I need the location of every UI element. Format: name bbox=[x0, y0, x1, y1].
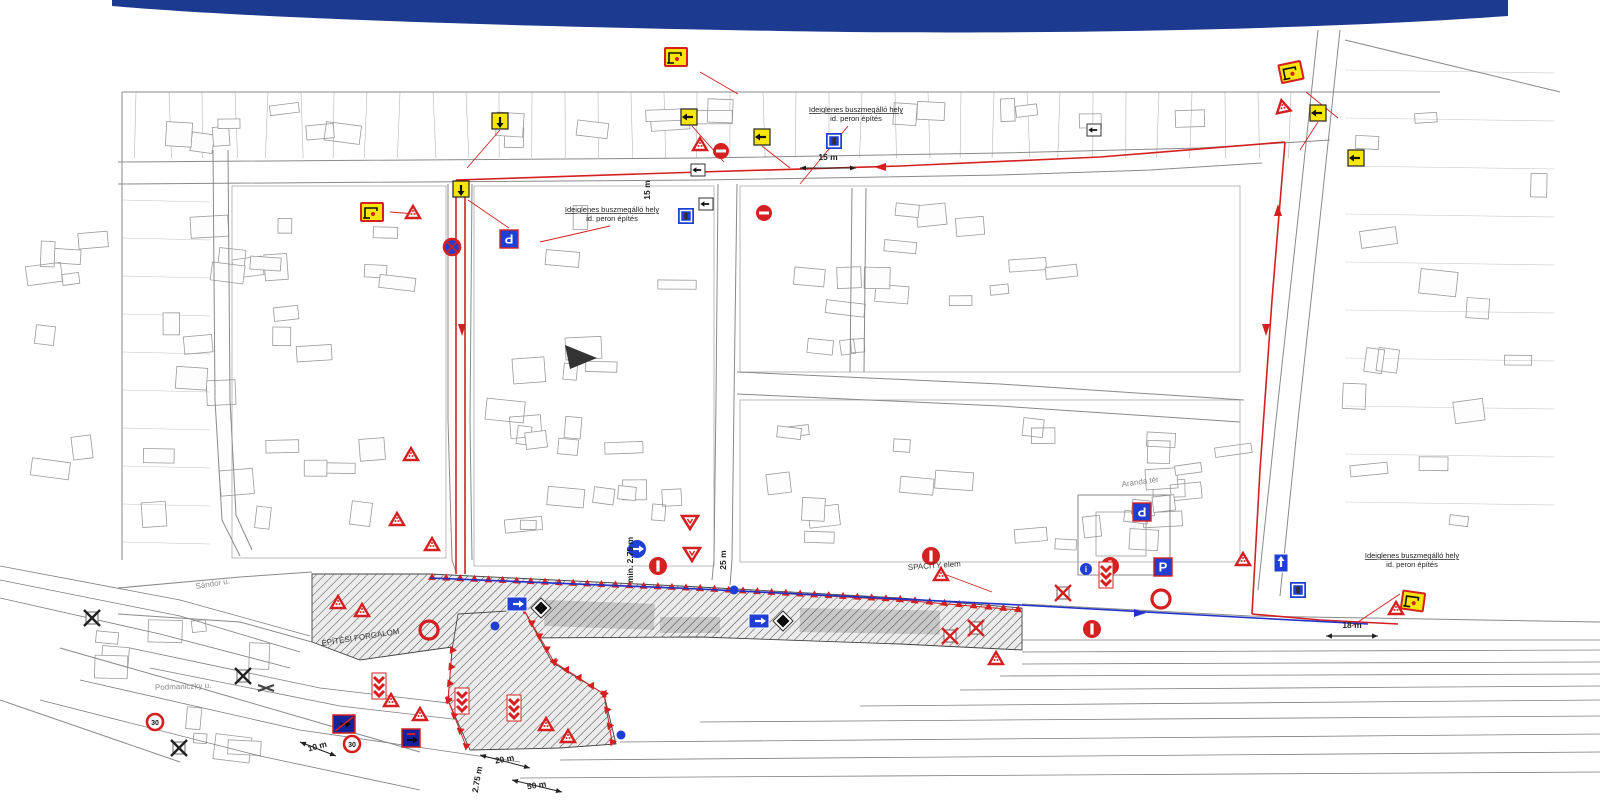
warn-sign bbox=[404, 448, 418, 460]
brect-sign bbox=[749, 614, 769, 628]
svg-text:P: P bbox=[1159, 560, 1168, 575]
brect-sign bbox=[507, 597, 527, 611]
crossx-sign bbox=[942, 628, 958, 644]
bus-stop-annotation-line2: id. peron építés bbox=[830, 114, 882, 123]
crane-sign bbox=[665, 48, 687, 66]
chev-sign bbox=[372, 673, 386, 699]
svg-text:P: P bbox=[1137, 505, 1146, 520]
icirc-sign: i bbox=[1080, 563, 1092, 575]
yarrow-sign bbox=[453, 181, 469, 197]
traffic-plan-page: PPP3030i ÉPÍTÉSI FORGALOMSPACITY elemPod… bbox=[0, 0, 1600, 800]
warn-sign bbox=[1236, 553, 1250, 565]
warn-sign bbox=[406, 206, 420, 218]
chev-sign bbox=[507, 695, 521, 721]
yarrow-sign bbox=[492, 113, 508, 129]
binfo-sign bbox=[678, 208, 694, 224]
bus-stop-annotation: Ideiglenes buszmegálló hely bbox=[1365, 551, 1459, 560]
yield-sign bbox=[682, 516, 698, 529]
noentry-sign bbox=[713, 143, 729, 159]
dimension-label: 2.75 m bbox=[470, 765, 485, 793]
crane-sign bbox=[1278, 61, 1303, 83]
redbar-sign bbox=[1083, 620, 1101, 638]
svg-text:i: i bbox=[1085, 565, 1087, 574]
map-label: SPACITY elem bbox=[908, 559, 962, 572]
yield-sign bbox=[684, 548, 700, 561]
yarrow-sign bbox=[1348, 150, 1364, 166]
map-text-labels: ÉPÍTÉSI FORGALOMSPACITY elemPodmaniczky … bbox=[155, 105, 1460, 794]
parking-sign: P bbox=[1133, 503, 1151, 521]
binfo-sign bbox=[1290, 582, 1306, 598]
banner-wave bbox=[112, 0, 1508, 32]
crane-sign bbox=[1401, 591, 1425, 612]
dimension-label: min. 2.75 m bbox=[625, 536, 635, 583]
parking-sign: P bbox=[500, 230, 518, 248]
dimension-label: 15 m bbox=[818, 152, 838, 162]
svg-text:30: 30 bbox=[151, 720, 159, 727]
redring-sign bbox=[1152, 590, 1170, 608]
warn-sign bbox=[1274, 99, 1290, 114]
dimension-label: 18 m bbox=[1342, 620, 1362, 630]
dimension-label: 25 m bbox=[718, 550, 728, 570]
warn-sign bbox=[425, 538, 439, 550]
crane-sign bbox=[361, 203, 383, 221]
brect-sign bbox=[1274, 554, 1288, 572]
binfo-sign bbox=[826, 133, 842, 149]
redbar-sign bbox=[649, 557, 667, 575]
nostop-sign bbox=[444, 239, 460, 255]
warn-sign bbox=[413, 708, 427, 720]
traffic-signs: P P P 30 30 i bbox=[84, 48, 1425, 756]
yarrow-sign bbox=[754, 129, 770, 145]
traffic-plan-map: PPP3030i ÉPÍTÉSI FORGALOMSPACITY elemPod… bbox=[0, 0, 1600, 800]
warrow-sign bbox=[699, 198, 713, 210]
dimension-label: 50 m bbox=[526, 779, 547, 792]
warn-sign bbox=[693, 138, 707, 150]
bdot-sign bbox=[617, 731, 626, 740]
parking-sign: P bbox=[1154, 558, 1172, 576]
speed30-sign: 30 bbox=[344, 736, 360, 752]
crossx-sign bbox=[84, 610, 100, 626]
standrew-sign bbox=[258, 685, 274, 691]
chev-sign bbox=[455, 688, 469, 714]
yarrow-sign bbox=[681, 109, 697, 125]
bus-stop-annotation-line2: id. peron építés bbox=[1386, 560, 1438, 569]
yarrow-sign bbox=[1310, 105, 1326, 121]
noentry-sign bbox=[756, 205, 772, 221]
bdot-sign bbox=[730, 586, 739, 595]
chev-sign bbox=[1099, 562, 1113, 588]
bus-stop-annotation-line2: id. peron építés bbox=[586, 214, 638, 223]
crossx-sign bbox=[235, 668, 251, 684]
bdot-sign bbox=[491, 622, 500, 631]
dimension-label: 15 m bbox=[642, 180, 652, 200]
warn-sign bbox=[390, 513, 404, 525]
warrow-sign bbox=[691, 164, 705, 176]
speed30-sign: 30 bbox=[147, 714, 163, 730]
map-label: Sándor u. bbox=[195, 577, 231, 591]
bus-stop-annotation: Ideiglenes buszmegálló hely bbox=[809, 105, 903, 114]
bus-stop-annotation: Ideiglenes buszmegálló hely bbox=[565, 205, 659, 214]
crossx-sign bbox=[171, 740, 187, 756]
lanex-sign bbox=[333, 715, 355, 733]
lane2-sign bbox=[402, 729, 420, 747]
crossx-sign bbox=[1055, 585, 1071, 601]
svg-text:30: 30 bbox=[348, 742, 356, 749]
warrow-sign bbox=[1087, 124, 1101, 136]
map-label: Podmaniczky u. bbox=[155, 681, 212, 692]
warn-sign bbox=[989, 652, 1003, 664]
crossx-sign bbox=[968, 620, 984, 636]
svg-text:P: P bbox=[504, 232, 513, 247]
